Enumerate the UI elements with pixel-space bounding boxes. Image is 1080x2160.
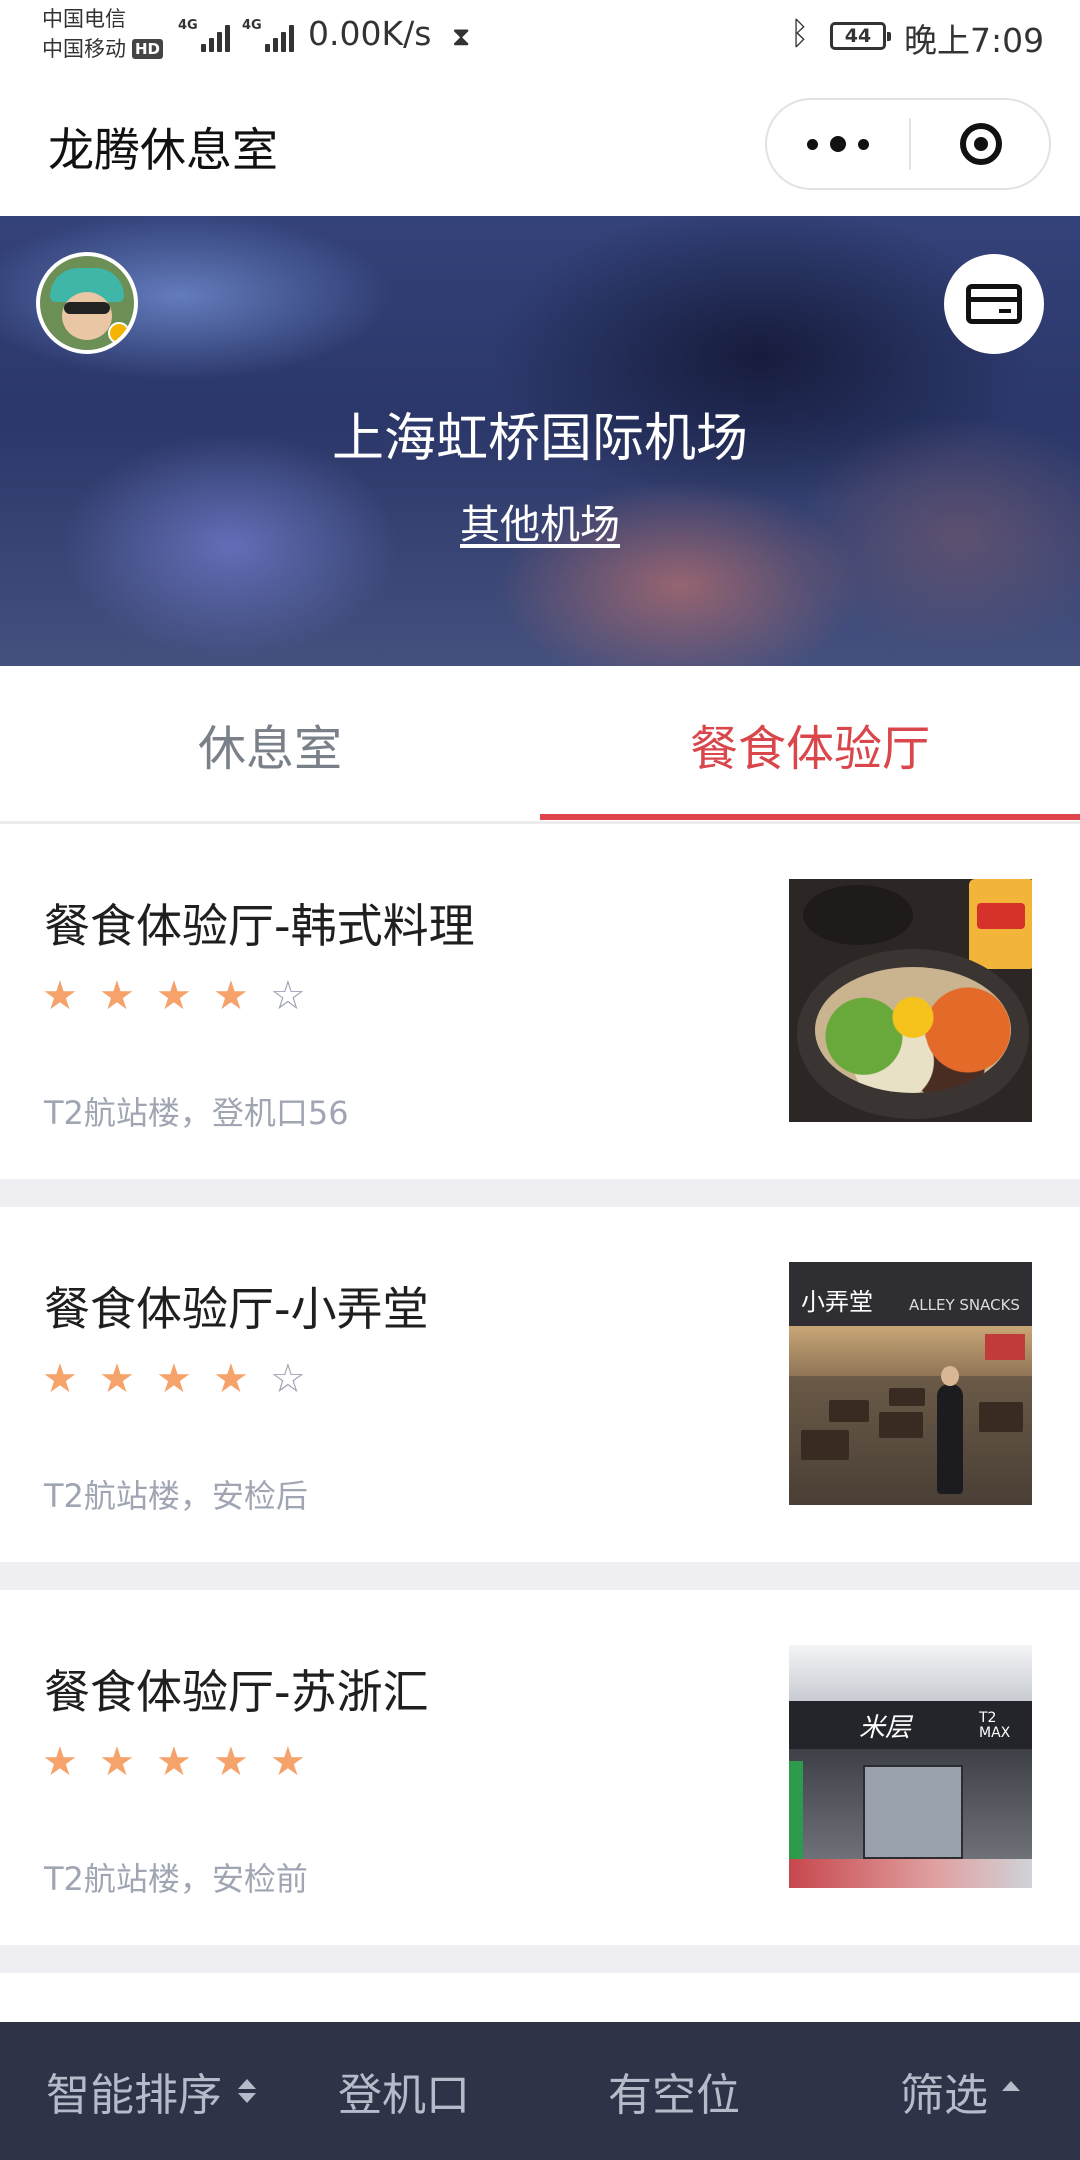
thumb-sign-subtext: ALLEY SNACKS: [909, 1296, 1020, 1314]
net-speed: 0.00K/s: [308, 14, 432, 53]
tab-dining-hall[interactable]: 餐食体验厅: [540, 666, 1080, 821]
smart-sort-label: 智能排序: [46, 2070, 222, 2121]
star-filled-icon: ★: [213, 973, 249, 1019]
venue-location: T2航站楼，安检后: [44, 1477, 308, 1515]
clock: 晚上7:09: [904, 21, 1045, 60]
list-separator: [0, 1562, 1080, 1590]
thumb-sign-subtext: T2 MAX: [979, 1710, 1011, 1741]
airport-name: 上海虹桥国际机场: [331, 409, 748, 469]
hd-badge: HD: [132, 39, 164, 59]
carrier-info: 中国电信 中国移动 HD: [42, 4, 164, 64]
tab-bar: 休息室 餐食体验厅: [0, 666, 1080, 824]
card-icon: [966, 284, 1022, 324]
thumb-sign-text: 米层: [859, 1713, 912, 1743]
carrier-2: 中国移动: [42, 37, 126, 61]
venue-card-suzhehui[interactable]: 餐食体验厅-苏浙汇 ★ ★ ★ ★ ★ T2航站楼，安检前 米层 T2 MAX: [0, 1590, 1080, 1945]
restaurant-interior-thumbnail: 小弄堂 ALLEY SNACKS: [789, 1262, 1032, 1505]
star-filled-icon: ★: [99, 1739, 135, 1785]
other-airports-link[interactable]: 其他机场: [0, 492, 1080, 550]
thumb-sign-text: 小弄堂: [801, 1288, 873, 1316]
star-filled-icon: ★: [42, 1739, 78, 1785]
membership-card-button[interactable]: [944, 254, 1044, 354]
status-bar: 中国电信 中国移动 HD 4G 4G 0.00K/s ⧗ ᛒ 44 晚上7:09: [0, 0, 1080, 72]
star-filled-icon: ★: [213, 1739, 249, 1785]
vacancy-label: 有空位: [608, 2070, 740, 2121]
venue-location: T2航站楼，安检前: [44, 1860, 308, 1898]
boarding-gate-button[interactable]: 登机口: [338, 2022, 470, 2160]
venue-title: 餐食体验厅-韩式料理: [44, 899, 475, 953]
target-icon: [960, 123, 1002, 165]
filter-button[interactable]: 筛选: [900, 2022, 1020, 2160]
carrier-1: 中国电信: [42, 7, 126, 31]
bluetooth-icon: ᛒ: [790, 14, 810, 52]
network-type-2: 4G: [242, 18, 262, 33]
star-filled-icon: ★: [270, 1739, 306, 1785]
avatar[interactable]: [36, 252, 138, 354]
battery-icon: 44: [830, 22, 891, 50]
smart-sort-button[interactable]: 智能排序: [46, 2022, 256, 2160]
star-filled-icon: ★: [156, 1356, 192, 1402]
bottom-filter-bar: 智能排序 登机口 有空位 筛选: [0, 2022, 1080, 2160]
vip-badge-icon: [108, 322, 130, 344]
star-rating: ★ ★ ★ ★ ☆: [42, 1359, 327, 1405]
filter-label: 筛选: [900, 2070, 988, 2121]
mini-program-capsule: [765, 98, 1051, 190]
vacancy-button[interactable]: 有空位: [608, 2022, 740, 2160]
signal-icon-2: 4G: [242, 18, 297, 52]
list-item-partial: [0, 1973, 1080, 2013]
hero-banner: 上海虹桥国际机场 其他机场: [0, 216, 1080, 666]
star-empty-icon: ☆: [270, 973, 306, 1019]
restaurant-entrance-thumbnail: 米层 T2 MAX: [789, 1645, 1032, 1888]
venue-card-korean[interactable]: 餐食体验厅-韩式料理 ★ ★ ★ ★ ☆ T2航站楼，登机口56: [0, 824, 1080, 1179]
star-filled-icon: ★: [42, 1356, 78, 1402]
nav-bar: 龙腾休息室: [0, 72, 1080, 216]
page-title: 龙腾休息室: [48, 123, 278, 177]
hourglass-icon: ⧗: [452, 22, 471, 52]
star-rating: ★ ★ ★ ★ ☆: [42, 976, 327, 1022]
star-filled-icon: ★: [99, 973, 135, 1019]
venue-card-xiaonongtang[interactable]: 餐食体验厅-小弄堂 ★ ★ ★ ★ ☆ T2航站楼，安检后 小弄堂 ALLEY SNAC…: [0, 1207, 1080, 1562]
more-button[interactable]: [767, 100, 909, 188]
boarding-gate-label: 登机口: [338, 2070, 470, 2121]
star-filled-icon: ★: [156, 973, 192, 1019]
star-filled-icon: ★: [213, 1356, 249, 1402]
caret-up-icon: [1002, 2081, 1020, 2095]
tab-lounge[interactable]: 休息室: [0, 666, 540, 821]
close-button[interactable]: [911, 100, 1051, 188]
star-filled-icon: ★: [42, 973, 78, 1019]
venue-title: 餐食体验厅-小弄堂: [44, 1282, 429, 1336]
venue-list: 餐食体验厅-韩式料理 ★ ★ ★ ★ ☆ T2航站楼，登机口56 餐食体验厅-小弄堂 ★…: [0, 824, 1080, 2013]
more-dots-icon: [807, 138, 818, 150]
bibimbap-thumbnail: [789, 879, 1032, 1122]
signal-icon: 4G: [178, 18, 233, 52]
venue-location: T2航站楼，登机口56: [44, 1094, 349, 1132]
sort-arrows-icon: [238, 2079, 256, 2103]
star-filled-icon: ★: [99, 1356, 135, 1402]
active-tab-indicator: [540, 814, 1080, 820]
star-rating: ★ ★ ★ ★ ★: [42, 1742, 327, 1788]
network-type-1: 4G: [178, 18, 198, 33]
list-separator: [0, 1179, 1080, 1207]
star-empty-icon: ☆: [270, 1356, 306, 1402]
list-separator: [0, 1945, 1080, 1973]
star-filled-icon: ★: [156, 1739, 192, 1785]
venue-title: 餐食体验厅-苏浙汇: [44, 1665, 429, 1719]
